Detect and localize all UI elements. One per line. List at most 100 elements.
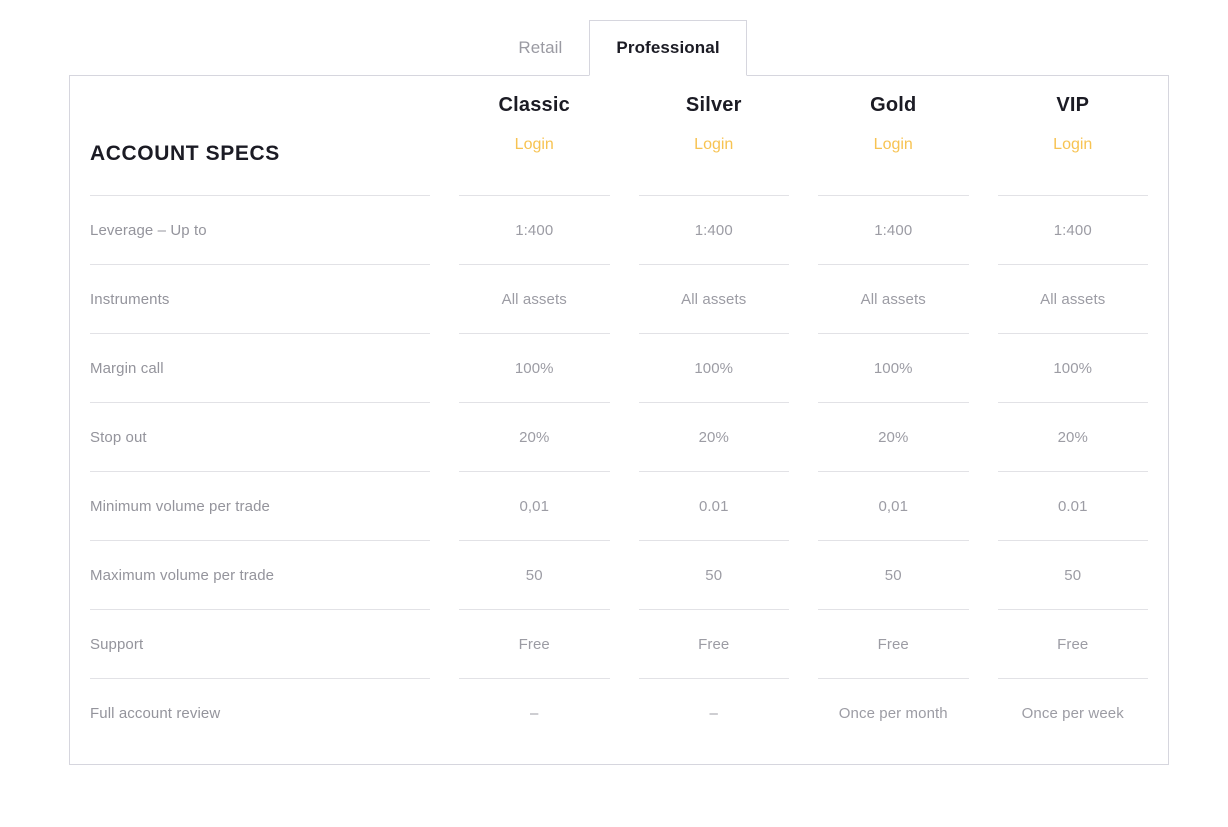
row-label-cell: Minimum volume per trade	[90, 472, 430, 541]
column-gap	[610, 196, 639, 265]
row-label: Full account review	[90, 705, 221, 722]
cell-silver: All assets	[638, 265, 789, 334]
cell-silver: 1:400	[638, 196, 789, 265]
row-label: Stop out	[90, 428, 147, 446]
cell-value: Once per week	[1021, 705, 1124, 722]
cell-gold: 100%	[818, 334, 969, 403]
login-link-gold[interactable]: Login	[874, 137, 913, 153]
page-title: ACCOUNT SPECS	[90, 142, 280, 165]
cell-silver: 0.01	[638, 472, 789, 541]
plan-header-gold: Gold Login	[818, 76, 969, 196]
cell-value: All assets	[681, 290, 747, 308]
cell-vip: 0.01	[997, 472, 1148, 541]
login-link-classic[interactable]: Login	[515, 137, 554, 153]
cell-classic: 0,01	[459, 472, 610, 541]
table-row: Instruments All assets All assets All as…	[90, 265, 1148, 334]
cell-value: 100%	[694, 359, 734, 377]
tab-retail-label: Retail	[518, 38, 563, 57]
plan-name-silver: Silver	[685, 94, 742, 116]
cell-value: 0.01	[698, 497, 729, 515]
cell-classic: 50	[459, 541, 610, 610]
row-label-cell: Margin call	[90, 334, 430, 403]
cell-classic: All assets	[459, 265, 610, 334]
column-gap	[430, 472, 459, 541]
cell-vip: All assets	[997, 265, 1148, 334]
cell-vip: Once per week	[998, 679, 1149, 748]
column-gap	[430, 196, 459, 265]
login-link-vip[interactable]: Login	[1053, 137, 1092, 153]
column-gap	[969, 334, 998, 403]
cell-value: –	[530, 705, 539, 722]
cell-gold: 1:400	[818, 196, 969, 265]
column-gap	[969, 472, 998, 541]
column-gap	[430, 265, 459, 334]
cell-value: 50	[705, 566, 723, 584]
column-gap	[969, 403, 998, 472]
row-label-cell: Leverage – Up to	[90, 196, 430, 265]
cell-value: 20%	[698, 428, 729, 446]
cell-value: 1:400	[874, 221, 913, 239]
plan-name-gold: Gold	[870, 94, 917, 116]
cell-classic: 20%	[459, 403, 610, 472]
cell-value: Free	[698, 635, 730, 653]
cell-value: 20%	[1057, 428, 1088, 446]
cell-silver: Free	[638, 610, 789, 679]
tab-professional[interactable]: Professional	[589, 20, 747, 76]
column-gap	[430, 610, 459, 679]
table-row: Support Free Free Free Free	[90, 610, 1148, 679]
column-gap	[969, 541, 998, 610]
column-gap	[969, 265, 998, 334]
cell-value: All assets	[1040, 290, 1106, 308]
cell-vip: 20%	[997, 403, 1148, 472]
tab-retail[interactable]: Retail	[491, 20, 589, 76]
table-row: Maximum volume per trade 50 50 50 50	[90, 541, 1148, 610]
column-gap	[430, 334, 459, 403]
column-gap	[789, 610, 818, 679]
column-gap	[969, 679, 998, 748]
column-gap	[430, 541, 459, 610]
plan-name-vip: VIP	[1056, 94, 1090, 116]
cell-gold: 20%	[818, 403, 969, 472]
column-gap	[610, 265, 639, 334]
account-type-tabs: Retail Professional	[69, 20, 1169, 76]
column-gap	[969, 76, 998, 196]
cell-value: 50	[1064, 566, 1082, 584]
page-title-cell: ACCOUNT SPECS	[90, 76, 430, 196]
cell-value: 20%	[878, 428, 909, 446]
cell-gold: 0,01	[818, 472, 969, 541]
row-label: Leverage – Up to	[90, 221, 207, 239]
cell-classic: 1:400	[459, 196, 610, 265]
column-gap	[610, 76, 639, 196]
column-gap	[610, 679, 639, 748]
cell-value: Once per month	[838, 705, 948, 722]
cell-value: 100%	[1053, 359, 1093, 377]
table-row: Minimum volume per trade 0,01 0.01 0,01 …	[90, 472, 1148, 541]
table-row: Leverage – Up to 1:400 1:400 1:400 1:400	[90, 196, 1148, 265]
column-gap	[430, 679, 459, 748]
cell-vip: 50	[997, 541, 1148, 610]
row-label: Margin call	[90, 359, 164, 377]
cell-value: 0,01	[878, 497, 909, 515]
cell-gold: All assets	[818, 265, 969, 334]
column-gap	[610, 334, 639, 403]
row-label-cell: Support	[90, 610, 430, 679]
column-gap	[430, 76, 459, 196]
column-gap	[789, 403, 818, 472]
cell-value: 1:400	[1053, 221, 1092, 239]
login-link-silver[interactable]: Login	[694, 137, 733, 153]
column-gap	[789, 541, 818, 610]
cell-classic: 100%	[459, 334, 610, 403]
cell-value: All assets	[860, 290, 926, 308]
cell-silver: –	[639, 679, 790, 748]
column-gap	[610, 472, 639, 541]
cell-value: Free	[1057, 635, 1089, 653]
cell-value: 20%	[519, 428, 550, 446]
table-header-row: ACCOUNT SPECS Classic Login Silver Login…	[90, 76, 1148, 196]
cell-value: Free	[877, 635, 909, 653]
table-row: Full account review – – Once per month O…	[90, 679, 1148, 748]
column-gap	[789, 265, 818, 334]
row-label-cell: Maximum volume per trade	[90, 541, 430, 610]
cell-vip: Free	[997, 610, 1148, 679]
cell-value: 1:400	[694, 221, 733, 239]
cell-value: –	[709, 705, 718, 722]
